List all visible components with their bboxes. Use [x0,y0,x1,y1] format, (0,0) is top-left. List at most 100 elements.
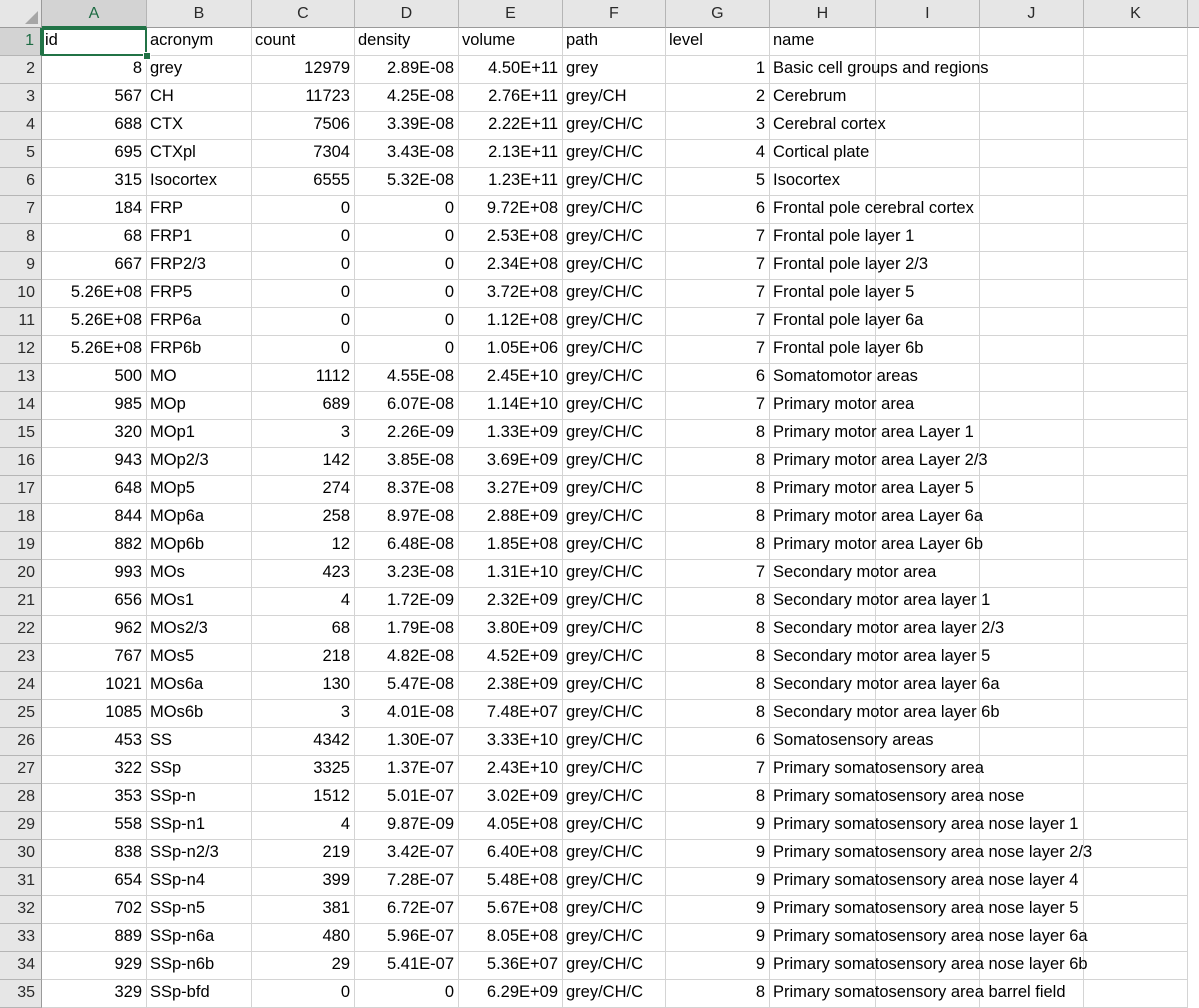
cell-D8[interactable]: 0 [355,224,459,252]
select-all-button[interactable] [0,0,42,28]
cell-E5[interactable]: 2.13E+11 [459,140,563,168]
cell-H7[interactable]: Frontal pole cerebral cortex [770,196,974,224]
row-header-33[interactable]: 33 [0,924,42,952]
cell-B3[interactable]: CH [147,84,252,112]
cell-E32[interactable]: 5.67E+08 [459,896,563,924]
cell-K24[interactable] [1084,672,1188,700]
cell-B30[interactable]: SSp-n2/3 [147,840,252,868]
cell-D13[interactable]: 4.55E-08 [355,364,459,392]
cell-F14[interactable]: grey/CH/C [563,392,666,420]
cell-H31[interactable]: Primary somatosensory area nose layer 4 [770,868,1078,896]
cell-D1[interactable]: density [355,28,459,56]
row-header-11[interactable]: 11 [0,308,42,336]
row-header-22[interactable]: 22 [0,616,42,644]
cell-J18[interactable] [980,504,1084,532]
cell-J6[interactable] [980,168,1084,196]
cell-A18[interactable]: 844 [42,504,147,532]
cell-C32[interactable]: 381 [252,896,355,924]
cell-H11[interactable]: Frontal pole layer 6a [770,308,923,336]
cell-K9[interactable] [1084,252,1188,280]
cell-B23[interactable]: MOs5 [147,644,252,672]
cell-K1[interactable] [1084,28,1188,56]
cell-A20[interactable]: 993 [42,560,147,588]
cell-C13[interactable]: 1112 [252,364,355,392]
row-header-32[interactable]: 32 [0,896,42,924]
cell-D3[interactable]: 4.25E-08 [355,84,459,112]
cell-H18[interactable]: Primary motor area Layer 6a [770,504,983,532]
cell-A26[interactable]: 453 [42,728,147,756]
cell-G29[interactable]: 9 [666,812,770,840]
cell-F34[interactable]: grey/CH/C [563,952,666,980]
cell-A15[interactable]: 320 [42,420,147,448]
cell-C23[interactable]: 218 [252,644,355,672]
cell-B1[interactable]: acronym [147,28,252,56]
cell-I5[interactable] [876,140,980,168]
cell-D6[interactable]: 5.32E-08 [355,168,459,196]
cell-F4[interactable]: grey/CH/C [563,112,666,140]
cell-H16[interactable]: Primary motor area Layer 2/3 [770,448,988,476]
cell-B26[interactable]: SS [147,728,252,756]
cell-C33[interactable]: 480 [252,924,355,952]
cell-A31[interactable]: 654 [42,868,147,896]
cell-C17[interactable]: 274 [252,476,355,504]
cell-B19[interactable]: MOp6b [147,532,252,560]
cell-F17[interactable]: grey/CH/C [563,476,666,504]
cell-G17[interactable]: 8 [666,476,770,504]
cell-K31[interactable] [1084,868,1188,896]
cell-K26[interactable] [1084,728,1188,756]
cell-A1[interactable]: id [42,28,147,56]
cell-C31[interactable]: 399 [252,868,355,896]
row-header-30[interactable]: 30 [0,840,42,868]
cell-F2[interactable]: grey [563,56,666,84]
cell-G8[interactable]: 7 [666,224,770,252]
cell-D30[interactable]: 3.42E-07 [355,840,459,868]
cell-A11[interactable]: 5.26E+08 [42,308,147,336]
cell-B8[interactable]: FRP1 [147,224,252,252]
cell-J20[interactable] [980,560,1084,588]
cell-A5[interactable]: 695 [42,140,147,168]
cell-G20[interactable]: 7 [666,560,770,588]
row-header-24[interactable]: 24 [0,672,42,700]
cell-K23[interactable] [1084,644,1188,672]
cell-C27[interactable]: 3325 [252,756,355,784]
cell-B32[interactable]: SSp-n5 [147,896,252,924]
cell-B11[interactable]: FRP6a [147,308,252,336]
cell-H8[interactable]: Frontal pole layer 1 [770,224,914,252]
cell-E11[interactable]: 1.12E+08 [459,308,563,336]
cell-H21[interactable]: Secondary motor area layer 1 [770,588,990,616]
cell-B6[interactable]: Isocortex [147,168,252,196]
cell-A33[interactable]: 889 [42,924,147,952]
cell-G24[interactable]: 8 [666,672,770,700]
cell-C35[interactable]: 0 [252,980,355,1008]
cell-C8[interactable]: 0 [252,224,355,252]
cell-K33[interactable] [1084,924,1188,952]
cell-C19[interactable]: 12 [252,532,355,560]
cell-F33[interactable]: grey/CH/C [563,924,666,952]
cell-G27[interactable]: 7 [666,756,770,784]
cell-E34[interactable]: 5.36E+07 [459,952,563,980]
row-header-9[interactable]: 9 [0,252,42,280]
cell-B25[interactable]: MOs6b [147,700,252,728]
cell-F15[interactable]: grey/CH/C [563,420,666,448]
cell-E26[interactable]: 3.33E+10 [459,728,563,756]
cell-A3[interactable]: 567 [42,84,147,112]
cell-H27[interactable]: Primary somatosensory area [770,756,984,784]
column-header-c[interactable]: C [252,0,355,28]
cell-K25[interactable] [1084,700,1188,728]
row-header-34[interactable]: 34 [0,952,42,980]
cell-C29[interactable]: 4 [252,812,355,840]
cell-B13[interactable]: MO [147,364,252,392]
cell-E1[interactable]: volume [459,28,563,56]
row-header-35[interactable]: 35 [0,980,42,1008]
row-header-4[interactable]: 4 [0,112,42,140]
cell-B17[interactable]: MOp5 [147,476,252,504]
cell-H32[interactable]: Primary somatosensory area nose layer 5 [770,896,1078,924]
cell-J2[interactable] [980,56,1084,84]
cell-D27[interactable]: 1.37E-07 [355,756,459,784]
cell-K21[interactable] [1084,588,1188,616]
cell-D11[interactable]: 0 [355,308,459,336]
cell-D15[interactable]: 2.26E-09 [355,420,459,448]
cell-J4[interactable] [980,112,1084,140]
cell-H3[interactable]: Cerebrum [770,84,876,112]
cell-G33[interactable]: 9 [666,924,770,952]
